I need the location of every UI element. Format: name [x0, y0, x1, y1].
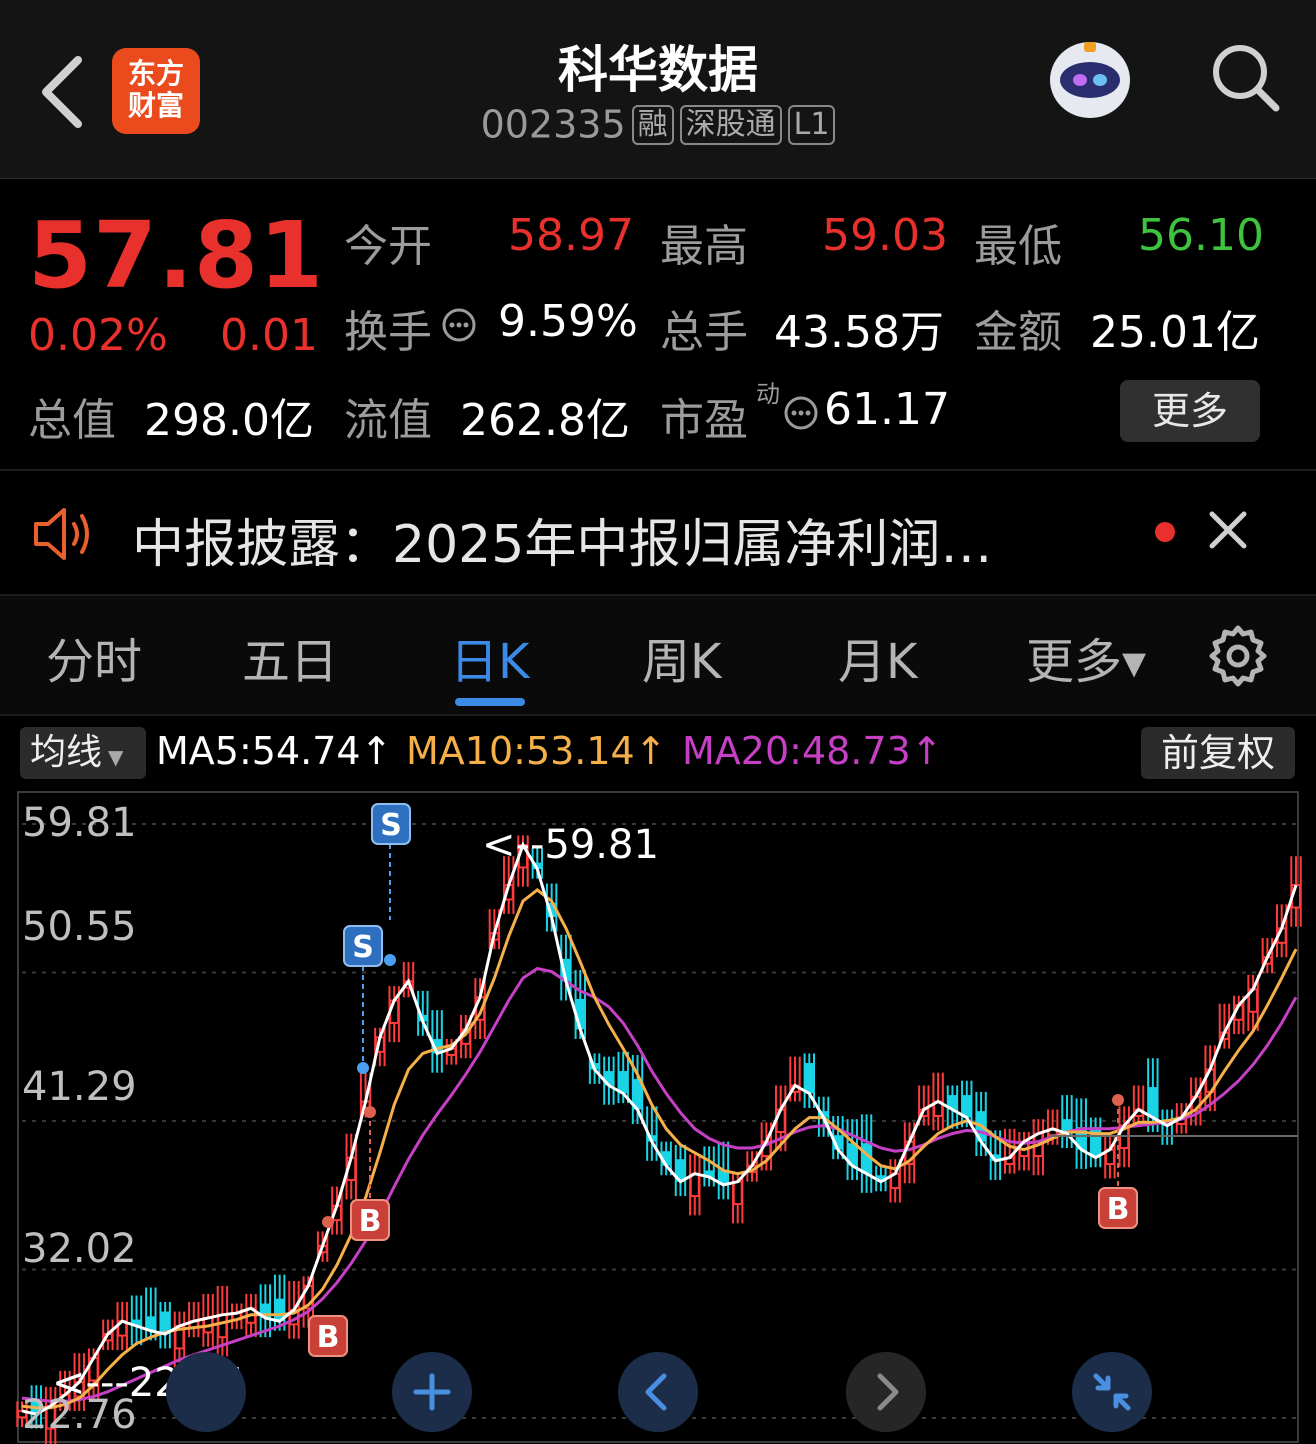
ma20-label: MA20:48.73↑	[682, 729, 943, 773]
ma5-label: MA5:54.74↑	[156, 729, 393, 773]
divider	[0, 469, 1316, 471]
pe-value: 61.17	[824, 384, 950, 435]
signal-s-2-text: S	[352, 930, 374, 965]
scroll-left-button[interactable]	[618, 1352, 698, 1432]
signal-b-3-text: B	[1107, 1192, 1130, 1227]
tab-weekly-k[interactable]: 周K	[642, 622, 721, 692]
high-marker-value: 59.81	[544, 822, 659, 868]
candle-body	[962, 1095, 971, 1118]
change-percent: 0.02%	[28, 310, 168, 361]
candle-body	[1091, 1127, 1100, 1158]
active-tab-indicator	[455, 698, 525, 706]
kline-chart[interactable]: 59.81 50.55 41.29 32.02 22.76 <--59.81 <…	[0, 790, 1316, 1444]
turnover-label: 换手	[344, 307, 432, 358]
y-tick-50-55: 50.55	[22, 904, 137, 950]
pe-label: 市盈	[660, 395, 748, 446]
tab-five-day[interactable]: 五日	[242, 622, 338, 692]
info-dots-icon[interactable]	[782, 394, 820, 432]
candle-body	[1148, 1087, 1157, 1118]
last-price: 57.81	[28, 202, 325, 309]
candle-body	[732, 1180, 743, 1206]
candle-body	[619, 1071, 628, 1094]
zoom-in-button[interactable]	[392, 1352, 472, 1432]
amount-value: 25.01亿	[1090, 307, 1260, 358]
pe-superscript: 动	[756, 380, 780, 408]
change-amount: 0.01	[220, 310, 318, 361]
signal-b-1-text: B	[359, 1204, 382, 1239]
high-marker-label: <--59.81	[482, 822, 659, 868]
turnover-value: 9.59%	[498, 296, 638, 347]
volume-label: 总手	[660, 307, 748, 358]
notice-text[interactable]: 中报披露：2025年中报归属净利润…	[132, 502, 992, 577]
amount-label: 金额	[974, 307, 1062, 358]
tab-intraday[interactable]: 分时	[46, 622, 142, 692]
low-value: 56.10	[1138, 210, 1264, 261]
candle-body	[217, 1313, 228, 1339]
total-mv-label: 总值	[28, 395, 116, 446]
y-tick-41-29: 41.29	[22, 1064, 137, 1110]
signal-s-1-text: S	[380, 808, 402, 843]
ma10-label: MA10:53.14↑	[406, 729, 667, 773]
more-quote-button[interactable]: 更多	[1120, 380, 1260, 442]
scroll-right-button[interactable]	[846, 1352, 926, 1432]
signal-b-2-text: B	[317, 1320, 340, 1355]
settings-gear-icon[interactable]	[1206, 624, 1270, 688]
tab-monthly-k[interactable]: 月K	[838, 622, 917, 692]
info-dots-icon[interactable]	[440, 306, 478, 344]
unread-dot	[1155, 522, 1175, 542]
speaker-icon	[34, 508, 89, 560]
volume-value: 43.58万	[774, 307, 944, 358]
open-value: 58.97	[508, 210, 634, 261]
low-marker-prefix: <---	[52, 1360, 129, 1406]
y-axis-labels: 59.81 50.55 41.29 32.02 22.76	[22, 800, 137, 1438]
float-mv-value: 262.8亿	[460, 395, 630, 446]
high-label: 最高	[660, 221, 748, 272]
dropdown-caret-icon: ▼	[108, 745, 124, 769]
tab-daily-k[interactable]: 日K	[450, 622, 529, 692]
tab-more[interactable]: 更多▾	[1026, 622, 1146, 692]
stock-code: 002335	[480, 102, 626, 147]
assistant-robot-icon[interactable]	[1040, 28, 1140, 128]
candle-body	[805, 1063, 814, 1094]
tag-level: L1	[787, 104, 836, 145]
open-label: 今开	[344, 221, 432, 272]
high-value: 59.03	[822, 210, 948, 261]
indicator-select-label: 均线	[30, 732, 103, 773]
high-marker-prefix: <--	[482, 822, 544, 868]
tag-margin: 融	[631, 104, 674, 145]
total-mv-value: 298.0亿	[144, 395, 314, 446]
zoom-out-button[interactable]	[166, 1352, 246, 1432]
collapse-chart-button[interactable]	[1072, 1352, 1152, 1432]
low-label: 最低	[974, 221, 1062, 272]
y-tick-32-02: 32.02	[22, 1226, 137, 1272]
y-tick-59-81: 59.81	[22, 800, 137, 846]
search-icon[interactable]	[1208, 40, 1284, 116]
tag-connect: 深股通	[679, 104, 782, 145]
float-mv-label: 流值	[344, 395, 432, 446]
indicator-select[interactable]: 均线 ▼	[20, 727, 146, 779]
candle-body	[689, 1172, 700, 1198]
price-adjust-button[interactable]: 前复权	[1141, 727, 1295, 779]
close-icon[interactable]	[1206, 508, 1250, 552]
